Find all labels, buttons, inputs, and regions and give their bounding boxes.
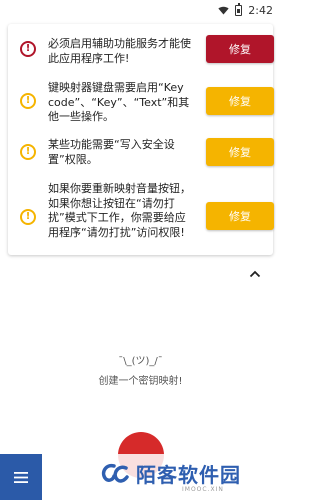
empty-state-message: 创建一个密钥映射! xyxy=(98,376,183,387)
warning-text: 必须启用辅助功能服务才能使此应用程序工作! xyxy=(48,37,191,65)
warning-icon: ! xyxy=(20,209,36,225)
warning-text: 键映射器键盘需要启用“Key code”、“Key”、“Text”和其他一些操作… xyxy=(48,81,190,123)
menu-button[interactable] xyxy=(0,454,42,500)
wifi-icon xyxy=(218,6,229,15)
fix-accessibility-button[interactable]: 修复 xyxy=(206,35,274,63)
watermark-subtitle: IMOOC.XIN xyxy=(182,486,224,493)
warnings-card: ! 必须启用辅助功能服务才能使此应用程序工作! 修复 ! 键映射器键盘需要启用“… xyxy=(8,24,274,255)
status-bar: 2:42 xyxy=(0,0,281,20)
chevron-up-icon xyxy=(249,270,261,278)
fix-keyboard-button[interactable]: 修复 xyxy=(206,87,274,115)
warning-text: 某些功能需要“写入安全设置”权限。 xyxy=(48,138,175,166)
collapse-button[interactable] xyxy=(247,266,263,282)
warning-icon: ! xyxy=(20,144,36,160)
fix-dnd-button[interactable]: 修复 xyxy=(206,202,274,230)
watermark-logo-icon xyxy=(101,463,129,483)
battery-icon xyxy=(235,2,243,16)
empty-state-face: ¯\_(ツ)_/¯ xyxy=(118,356,163,367)
warning-icon: ! xyxy=(20,93,36,109)
fix-secure-settings-button[interactable]: 修复 xyxy=(206,138,274,166)
error-icon: ! xyxy=(20,41,36,57)
hamburger-icon xyxy=(14,471,28,483)
watermark: 陌客软件园 IMOOC.XIN xyxy=(96,454,281,500)
status-time: 2:42 xyxy=(248,3,273,17)
warning-text: 如果你要重新映射音量按钮，如果你想让按钮在“请勿打扰”模式下工作，你需要给应用程… xyxy=(48,182,191,239)
watermark-title: 陌客软件园 xyxy=(136,463,241,487)
